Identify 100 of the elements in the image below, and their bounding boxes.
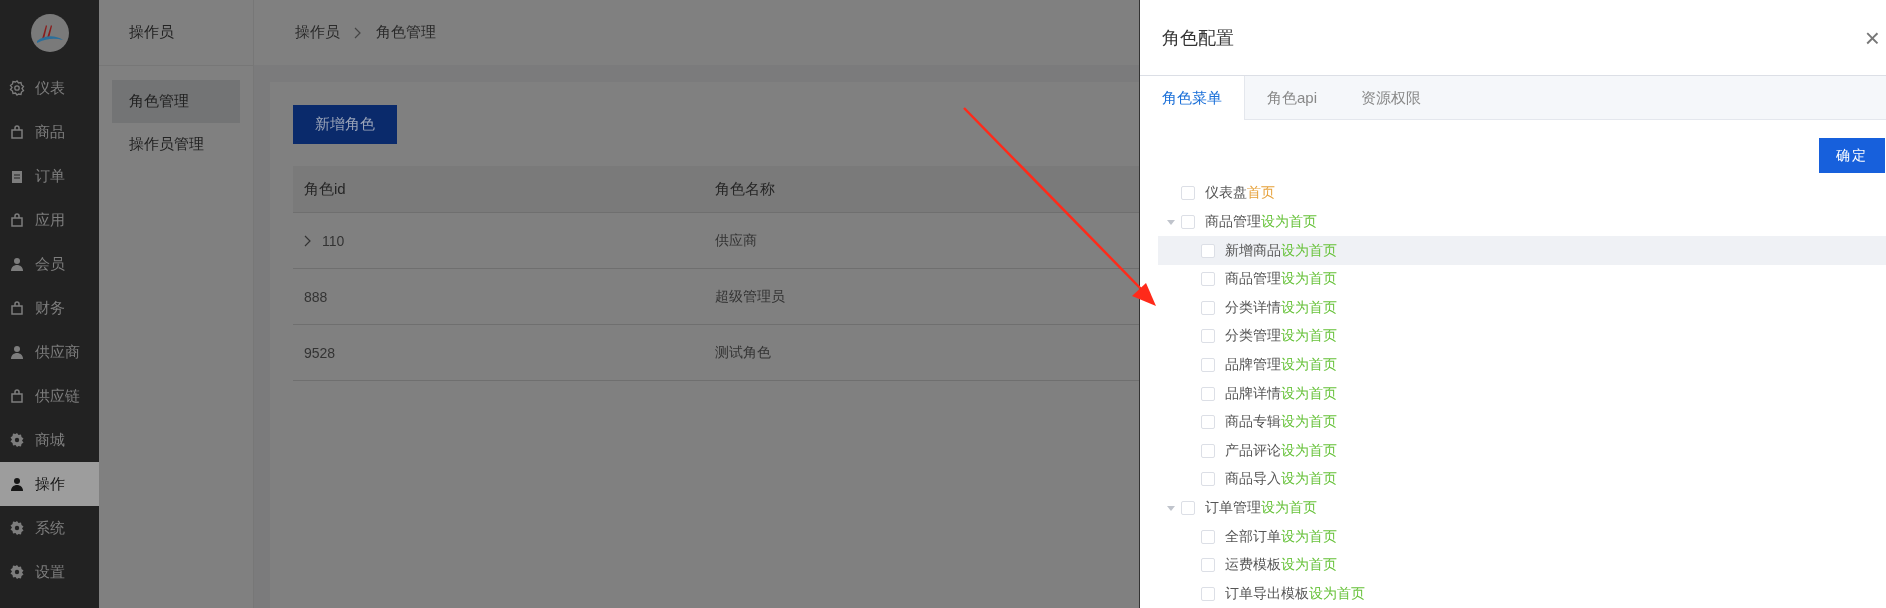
nav-item[interactable]: 应用 (0, 198, 99, 242)
tree-row[interactable]: 新增商品设为首页 (1158, 236, 1886, 265)
table-cell: 9528 (304, 344, 336, 361)
checkbox[interactable] (1201, 357, 1215, 372)
tree-row[interactable]: 运费模板设为首页 (1158, 550, 1886, 580)
tree-row[interactable]: 产品评论设为首页 (1158, 436, 1886, 466)
set-home-link[interactable]: 设为首页 (1281, 556, 1337, 575)
checkbox[interactable] (1201, 415, 1215, 430)
gear-icon (9, 520, 25, 536)
breadcrumb-item[interactable]: 操作员 (295, 23, 340, 42)
tree-label: 分类详情 (1225, 298, 1281, 317)
tree-label: 运费模板 (1225, 556, 1281, 575)
nav-item[interactable]: 系统 (0, 506, 99, 550)
set-home-link[interactable]: 设为首页 (1281, 355, 1337, 374)
nav-item[interactable]: 仪表 (0, 66, 99, 110)
chevron-icon (354, 26, 362, 39)
set-home-link[interactable]: 设为首页 (1281, 527, 1337, 546)
tree-label: 订单导出模板 (1225, 584, 1309, 603)
tab[interactable]: 角色api (1245, 76, 1340, 121)
nav-item[interactable]: 会员 (0, 242, 99, 286)
tree-row[interactable]: 订单导出模板设为首页 (1158, 579, 1886, 608)
person-icon (9, 256, 25, 272)
nav-item[interactable]: 供应商 (0, 330, 99, 374)
checkbox[interactable] (1201, 586, 1215, 601)
tree-label: 商品管理 (1225, 270, 1281, 289)
tree-label: 新增商品 (1225, 241, 1281, 260)
tree-label: 品牌详情 (1225, 384, 1281, 403)
tree-row[interactable]: 分类详情设为首页 (1158, 293, 1886, 323)
column-header: 角色id (304, 179, 346, 199)
checkbox[interactable] (1181, 215, 1195, 229)
tree-row[interactable]: 分类管理设为首页 (1158, 322, 1886, 351)
expand-icon[interactable] (304, 234, 312, 247)
set-home-link[interactable]: 设为首页 (1281, 413, 1337, 432)
logo-icon (30, 14, 69, 52)
set-home-link[interactable]: 设为首页 (1281, 241, 1337, 260)
set-home-link[interactable]: 设为首页 (1281, 327, 1337, 346)
breadcrumb-item[interactable]: 角色管理 (376, 23, 436, 42)
bag-icon (9, 388, 25, 404)
checkbox[interactable] (1181, 186, 1195, 201)
nav-item[interactable]: 商品 (0, 110, 99, 154)
close-button[interactable]: × (1864, 24, 1880, 51)
tree-label: 商品专辑 (1225, 413, 1281, 432)
nav-item[interactable]: 商城 (0, 418, 99, 462)
checkbox[interactable] (1201, 243, 1215, 258)
person-icon (9, 344, 25, 360)
tree-row[interactable]: 品牌详情设为首页 (1158, 379, 1886, 408)
tree-row[interactable]: 商品管理设为首页 (1158, 264, 1886, 294)
checkbox[interactable] (1201, 386, 1215, 401)
tree-row[interactable]: 全部订单设为首页 (1158, 522, 1886, 551)
tree-row[interactable]: 商品专辑设为首页 (1158, 407, 1886, 437)
confirm-button[interactable]: 确定 (1819, 138, 1885, 174)
table-cell: 110 (322, 232, 345, 249)
checkbox[interactable] (1201, 529, 1215, 544)
table-cell: 测试角色 (715, 343, 771, 362)
checkbox[interactable] (1201, 558, 1215, 573)
nav-item[interactable]: 财务 (0, 286, 99, 330)
checkbox[interactable] (1201, 329, 1215, 344)
submenu-item[interactable]: 操作员管理 (112, 123, 240, 166)
nav-item[interactable]: 操作 (0, 462, 99, 506)
nav-item[interactable]: 供应链 (0, 374, 99, 418)
gear-icon (9, 80, 25, 96)
tree-row[interactable]: 订单管理设为首页 (1158, 493, 1886, 523)
drawer-title: 角色配置 (1162, 26, 1234, 50)
set-home-link[interactable]: 设为首页 (1261, 213, 1317, 231)
set-home-link[interactable]: 设为首页 (1309, 584, 1365, 603)
checkbox[interactable] (1201, 443, 1215, 458)
gear-icon (9, 564, 25, 580)
tree-row[interactable]: 商品导入设为首页 (1158, 465, 1886, 494)
set-home-link[interactable]: 设为首页 (1281, 270, 1337, 289)
checkbox[interactable] (1201, 300, 1215, 315)
checkbox[interactable] (1181, 500, 1195, 515)
table-cell: 供应商 (715, 231, 757, 250)
set-home-link[interactable]: 设为首页 (1281, 384, 1337, 403)
tree-label: 全部订单 (1225, 527, 1281, 546)
submenu-item[interactable]: 角色管理 (112, 80, 240, 123)
caret-icon[interactable] (1166, 217, 1176, 227)
nav-item[interactable]: 订单 (0, 154, 99, 198)
checkbox[interactable] (1201, 272, 1215, 287)
tree-row[interactable]: 品牌管理设为首页 (1158, 350, 1886, 380)
tab[interactable]: 资源权限 (1339, 76, 1444, 121)
bag-icon (9, 300, 25, 316)
table-cell: 888 (304, 288, 328, 305)
tab[interactable]: 角色菜单 (1140, 76, 1245, 121)
add-role-button[interactable]: 新增角色 (293, 105, 397, 144)
tree-label: 商品管理 (1205, 213, 1261, 231)
tree-row[interactable]: 商品管理设为首页 (1158, 207, 1886, 237)
nav-item[interactable]: 设置 (0, 550, 99, 594)
set-home-link[interactable]: 设为首页 (1281, 441, 1337, 460)
tree-label: 品牌管理 (1225, 355, 1281, 374)
bag-icon (9, 212, 25, 228)
checkbox[interactable] (1201, 472, 1215, 487)
set-home-link[interactable]: 设为首页 (1261, 498, 1317, 517)
tree-label: 分类管理 (1225, 327, 1281, 346)
clipboard-icon (9, 168, 25, 184)
tree-row[interactable]: 仪表盘首页 (1158, 179, 1886, 208)
set-home-link[interactable]: 首页 (1247, 184, 1275, 203)
gear-icon (9, 432, 25, 448)
set-home-link[interactable]: 设为首页 (1281, 470, 1337, 489)
set-home-link[interactable]: 设为首页 (1281, 298, 1337, 317)
tree-label: 产品评论 (1225, 441, 1281, 460)
